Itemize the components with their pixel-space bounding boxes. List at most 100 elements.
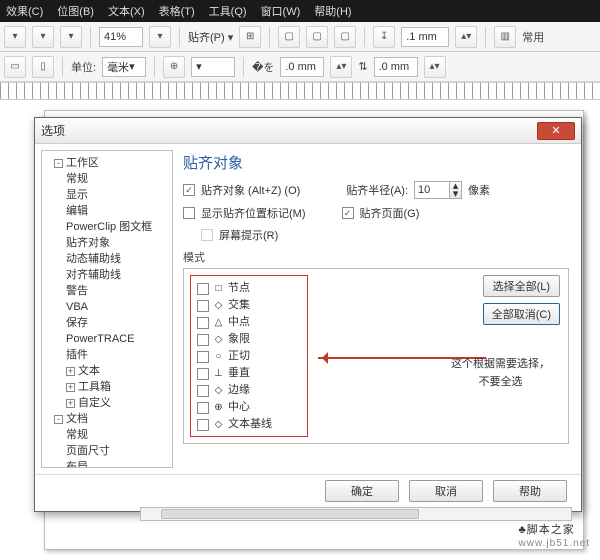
dy-field[interactable]: .0 mm bbox=[374, 57, 418, 77]
tree-node[interactable]: -工作区 bbox=[54, 155, 170, 171]
nudge-field[interactable]: .1 mm bbox=[401, 27, 449, 47]
tree-node[interactable]: VBA bbox=[66, 299, 170, 315]
snap-radius-spinner[interactable]: ▴▾ bbox=[414, 181, 462, 199]
mode-item[interactable]: ◇象限 bbox=[197, 331, 301, 348]
options-tree[interactable]: -工作区常规显示编辑PowerClip 图文框贴齐对象动态辅助线对齐辅助线警告V… bbox=[41, 150, 173, 468]
tree-toggle-icon[interactable]: - bbox=[54, 415, 63, 424]
menu-effects[interactable]: 效果(C) bbox=[6, 3, 43, 19]
mode-item[interactable]: ⊕中心 bbox=[197, 399, 301, 416]
mode-item[interactable]: ◇文本基线 bbox=[197, 416, 301, 433]
snap-menu[interactable]: 贴齐(P) ▾ bbox=[188, 29, 233, 45]
tree-node[interactable]: -文档 bbox=[54, 411, 170, 427]
tree-toggle-icon[interactable]: - bbox=[54, 159, 63, 168]
separator bbox=[62, 57, 63, 77]
dialog-titlebar[interactable]: 选项 ✕ bbox=[35, 118, 581, 144]
mode-checkbox[interactable] bbox=[197, 385, 209, 397]
mode-glyph-icon: ⊕ bbox=[213, 399, 224, 416]
mode-label: 象限 bbox=[228, 331, 250, 348]
tree-node[interactable]: 显示 bbox=[66, 187, 170, 203]
zoom-dropdown-icon[interactable]: ▾ bbox=[149, 26, 171, 48]
separator bbox=[364, 27, 365, 47]
mode-item[interactable]: ◇边缘 bbox=[197, 382, 301, 399]
tool-icon[interactable]: ▾ bbox=[32, 26, 54, 48]
tree-node[interactable]: 常规 bbox=[66, 427, 170, 443]
zoom-field[interactable]: 41% bbox=[99, 27, 143, 47]
mode-checkbox[interactable] bbox=[197, 283, 209, 295]
close-icon[interactable]: ✕ bbox=[537, 122, 575, 140]
tool-icon[interactable]: ▾ bbox=[4, 26, 26, 48]
origin-icon[interactable]: ⊕ bbox=[163, 56, 185, 78]
tool-icon[interactable]: ▢ bbox=[334, 26, 356, 48]
menu-help[interactable]: 帮助(H) bbox=[314, 3, 351, 19]
tree-toggle-icon[interactable]: + bbox=[66, 383, 75, 392]
mode-item[interactable]: □节点 bbox=[197, 280, 301, 297]
page-icon[interactable]: ▭ bbox=[4, 56, 26, 78]
mode-checkbox[interactable] bbox=[197, 402, 209, 414]
layout-mode[interactable]: 常用 bbox=[522, 29, 544, 45]
tool-icon[interactable]: ↧ bbox=[373, 26, 395, 48]
menu-window[interactable]: 窗口(W) bbox=[261, 3, 301, 19]
menu-tools[interactable]: 工具(Q) bbox=[209, 3, 247, 19]
snap-page-checkbox[interactable] bbox=[342, 207, 354, 219]
mode-checkbox[interactable] bbox=[197, 419, 209, 431]
unit-select[interactable]: 毫米 ▾ bbox=[102, 57, 146, 77]
tool-icon[interactable]: ▢ bbox=[278, 26, 300, 48]
menu-text[interactable]: 文本(X) bbox=[108, 3, 145, 19]
spinner-buttons-icon[interactable]: ▴▾ bbox=[449, 182, 461, 198]
dx-field[interactable]: .0 mm bbox=[280, 57, 324, 77]
dup-distance-x[interactable]: ▾ bbox=[191, 57, 235, 77]
tree-node[interactable]: 插件 bbox=[66, 347, 170, 363]
orient-icon[interactable]: ▯ bbox=[32, 56, 54, 78]
separator bbox=[154, 57, 155, 77]
deselect-all-button[interactable]: 全部取消(C) bbox=[483, 303, 560, 325]
ok-button[interactable]: 确定 bbox=[325, 480, 399, 502]
separator bbox=[269, 27, 270, 47]
tool-icon[interactable]: ▾ bbox=[60, 26, 82, 48]
tool-icon[interactable]: ⊞ bbox=[239, 26, 261, 48]
mode-item[interactable]: ○正切 bbox=[197, 348, 301, 365]
tree-toggle-icon[interactable]: + bbox=[66, 367, 75, 376]
mode-glyph-icon: △ bbox=[213, 314, 224, 331]
tree-node[interactable]: 页面尺寸 bbox=[66, 443, 170, 459]
horizontal-scrollbar[interactable] bbox=[140, 507, 572, 521]
tree-node[interactable]: 动态辅助线 bbox=[66, 251, 170, 267]
cancel-button[interactable]: 取消 bbox=[409, 480, 483, 502]
tree-node[interactable]: 贴齐对象 bbox=[66, 235, 170, 251]
separator bbox=[485, 27, 486, 47]
show-snap-marks-checkbox[interactable] bbox=[183, 207, 195, 219]
layout-icon[interactable]: ▥ bbox=[494, 26, 516, 48]
tree-node[interactable]: +自定义 bbox=[66, 395, 170, 411]
dx-stepper-icon[interactable]: ▴▾ bbox=[330, 56, 352, 78]
stepper-icon[interactable]: ▴▾ bbox=[455, 26, 477, 48]
tree-node[interactable]: 常规 bbox=[66, 171, 170, 187]
mode-checkbox[interactable] bbox=[197, 300, 209, 312]
mode-item[interactable]: ⊥垂直 bbox=[197, 365, 301, 382]
tree-node[interactable]: PowerClip 图文框 bbox=[66, 219, 170, 235]
tree-node[interactable]: +工具箱 bbox=[66, 379, 170, 395]
tree-node[interactable]: +文本 bbox=[66, 363, 170, 379]
tree-node[interactable]: PowerTRACE bbox=[66, 331, 170, 347]
tree-node[interactable]: 警告 bbox=[66, 283, 170, 299]
select-all-button[interactable]: 选择全部(L) bbox=[483, 275, 560, 297]
tree-node[interactable]: 保存 bbox=[66, 315, 170, 331]
menu-table[interactable]: 表格(T) bbox=[159, 3, 195, 19]
tree-node[interactable]: 布局 bbox=[66, 459, 170, 468]
snap-objects-checkbox[interactable] bbox=[183, 184, 195, 196]
mode-checkbox[interactable] bbox=[197, 334, 209, 346]
dy-stepper-icon[interactable]: ▴▾ bbox=[424, 56, 446, 78]
help-button[interactable]: 帮助 bbox=[493, 480, 567, 502]
mode-item[interactable]: △中点 bbox=[197, 314, 301, 331]
menu-bitmap[interactable]: 位图(B) bbox=[57, 3, 94, 19]
mode-checkbox[interactable] bbox=[197, 368, 209, 380]
scrollbar-thumb[interactable] bbox=[161, 509, 419, 519]
mode-item[interactable]: ◇交集 bbox=[197, 297, 301, 314]
tool-icon[interactable]: ▢ bbox=[306, 26, 328, 48]
tree-toggle-icon[interactable]: + bbox=[66, 399, 75, 408]
mode-checkbox[interactable] bbox=[197, 351, 209, 363]
tree-node[interactable]: 编辑 bbox=[66, 203, 170, 219]
mode-label: 中点 bbox=[228, 314, 250, 331]
mode-checkbox[interactable] bbox=[197, 317, 209, 329]
screen-tip-label: 屏幕提示(R) bbox=[219, 227, 278, 243]
tree-node[interactable]: 对齐辅助线 bbox=[66, 267, 170, 283]
snap-radius-input[interactable] bbox=[415, 182, 449, 198]
